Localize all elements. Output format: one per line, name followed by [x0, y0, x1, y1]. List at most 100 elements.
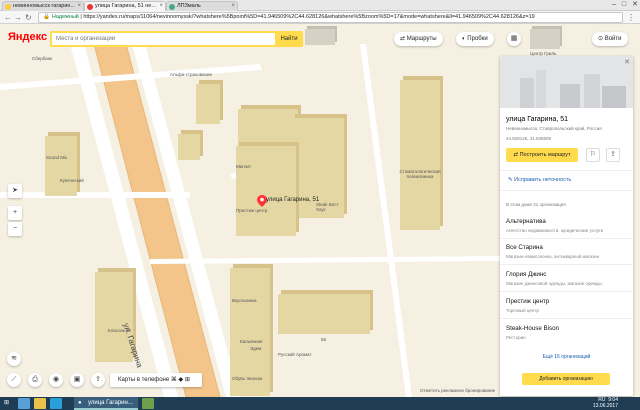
- ie-icon[interactable]: [18, 398, 30, 409]
- skype-icon[interactable]: [50, 398, 62, 409]
- share-icon[interactable]: ⇪: [606, 148, 620, 162]
- bus-icon[interactable]: ▣: [70, 373, 84, 387]
- close-window-icon[interactable]: ✕: [632, 1, 638, 8]
- list-item[interactable]: Steak-House Bison Ресторан: [506, 325, 630, 340]
- place-address: Невинномысск, Ставропольский край, Росси…: [506, 126, 602, 131]
- divider: [500, 318, 633, 319]
- share-icon[interactable]: ⇪: [91, 373, 105, 387]
- search-box: Найти: [50, 31, 303, 47]
- building: [236, 146, 296, 236]
- url-field[interactable]: 🔒 Надежный | https://yandex.ru/maps/11064…: [38, 12, 623, 23]
- yandex-favicon-icon: [5, 4, 11, 10]
- print-icon[interactable]: ⎙: [28, 373, 42, 387]
- folder-icon[interactable]: [34, 398, 46, 409]
- maximize-icon[interactable]: □: [622, 1, 626, 8]
- user-icon: ⊙: [598, 36, 605, 42]
- reload-icon[interactable]: ↻: [25, 12, 32, 23]
- tab-title: невинномысск гагарин...: [13, 3, 76, 9]
- browser-menu-icon[interactable]: ⋮: [627, 12, 635, 23]
- more-orgs-link[interactable]: Ещё 16 организаций: [500, 354, 633, 360]
- browser-tab[interactable]: невинномысск гагарин... ×: [2, 1, 84, 11]
- route-icon: ⇄: [400, 36, 407, 42]
- map-label: Стоматологическая поликлиника: [399, 169, 441, 179]
- address-bar: ← → ↻ 🔒 Надежный | https://yandex.ru/maps…: [0, 11, 640, 24]
- map-label: Sound Mix: [46, 155, 68, 160]
- list-item[interactable]: Все Старина Магазин-комиссионка, антиквар…: [506, 244, 630, 259]
- list-item[interactable]: Альтернатива Агентство недвижимости, юрид…: [506, 218, 630, 233]
- app-icon[interactable]: [142, 398, 154, 409]
- build-route-button[interactable]: ⇄ Построить маршрут: [506, 148, 578, 162]
- close-icon[interactable]: ×: [77, 2, 81, 11]
- list-item[interactable]: Глория Джинс Магазин джинсовой одежды, ма…: [506, 271, 630, 286]
- back-icon[interactable]: ←: [4, 12, 12, 23]
- divider: [500, 264, 633, 265]
- tab-title: ЛПЗмаль: [177, 3, 201, 9]
- routes-button[interactable]: ⇄ Маршруты: [394, 32, 443, 46]
- map-label: Престиж центр: [236, 208, 268, 213]
- pin-label: улица Гагарина, 51: [266, 197, 320, 203]
- place-title: улица Гагарина, 51: [506, 116, 569, 123]
- ruler-icon[interactable]: ⟋: [7, 373, 21, 387]
- zoom-out-button[interactable]: −: [8, 222, 22, 236]
- find-button[interactable]: Найти: [275, 31, 303, 47]
- yandex-logo[interactable]: Яндекс: [8, 31, 47, 43]
- map-label: Купеческий: [60, 178, 84, 183]
- tab-title: улица Гагарина, 51 не...: [95, 3, 156, 9]
- close-icon[interactable]: ×: [159, 2, 163, 11]
- building: [400, 80, 440, 230]
- layers-stack-icon[interactable]: ≋: [7, 352, 21, 366]
- secure-label: Надежный: [51, 14, 79, 20]
- map-favicon-icon: [87, 4, 93, 10]
- building: [238, 109, 298, 147]
- building: [305, 29, 335, 45]
- page-favicon-icon: [169, 4, 175, 10]
- system-tray: RU 9:04 13.06.2017: [593, 397, 618, 409]
- building-photo[interactable]: ✕: [500, 56, 633, 108]
- divider: [500, 190, 633, 191]
- add-org-button[interactable]: Добавить организацию: [522, 373, 610, 385]
- map-label: Альфа-страхование: [170, 72, 213, 77]
- map-label: Сбербанк: [32, 56, 53, 61]
- place-coords[interactable]: 44.628126, 41.946509: [506, 136, 551, 141]
- zoom-in-button[interactable]: +: [8, 206, 22, 220]
- maps-in-phone-link[interactable]: Карты в телефоне ⌘ ◆ ⊞: [110, 373, 202, 387]
- building: [45, 136, 77, 196]
- divider: [500, 170, 633, 171]
- city-skyline-icon: [520, 70, 626, 108]
- divider: [500, 238, 633, 239]
- traffic-button[interactable]: ◐ Пробки: [456, 32, 494, 46]
- panorama-icon[interactable]: ◉: [49, 373, 63, 387]
- map-label: Магнит: [236, 164, 252, 169]
- chrome-icon: ●: [78, 400, 82, 406]
- map-label: Вкусноежка: [232, 298, 257, 303]
- building: [530, 29, 560, 49]
- browser-tab[interactable]: ЛПЗмаль ×: [166, 1, 238, 11]
- org-list-header: В этом доме 21 организация: [506, 202, 566, 207]
- edit-link[interactable]: ✎ Исправить неточность: [508, 177, 571, 183]
- bookmark-icon[interactable]: ⚐: [586, 148, 600, 162]
- layers-icon[interactable]: ▦: [507, 32, 521, 46]
- place-card: ✕ улица Гагарина, 51 Невинномысск, Ставр…: [500, 56, 633, 396]
- windows-icon: ⊞: [184, 377, 190, 383]
- close-icon[interactable]: ×: [231, 2, 235, 11]
- login-button[interactable]: ⊙ Войти: [592, 32, 628, 46]
- footnote[interactable]: Отметить рекламное бронирование: [420, 388, 495, 393]
- forward-icon[interactable]: →: [14, 12, 22, 23]
- locate-icon[interactable]: ➤: [8, 184, 22, 198]
- start-icon[interactable]: ⊞: [4, 398, 9, 409]
- browser-tab-bar: невинномысск гагарин... × улица Гагарина,…: [0, 0, 640, 11]
- url-text: https://yandex.ru/maps/11064/nevinnomyss…: [83, 14, 535, 20]
- clock-date[interactable]: 13.06.2017: [593, 403, 618, 409]
- list-item[interactable]: Престиж центр Торговый центр: [506, 298, 630, 313]
- building: [95, 272, 133, 362]
- search-input[interactable]: [52, 33, 272, 45]
- divider: [500, 291, 633, 292]
- map-label: Русский Аромат: [278, 352, 312, 357]
- close-icon[interactable]: ✕: [624, 58, 630, 66]
- minimize-icon[interactable]: –: [612, 1, 616, 8]
- map-label: Steak Вест Хаус: [316, 202, 339, 212]
- browser-tab-active[interactable]: улица Гагарина, 51 не... ×: [84, 1, 166, 11]
- lock-icon: 🔒: [43, 14, 50, 20]
- taskbar-chrome-item[interactable]: ● улица Гагарин...: [74, 397, 138, 410]
- building: [278, 294, 370, 334]
